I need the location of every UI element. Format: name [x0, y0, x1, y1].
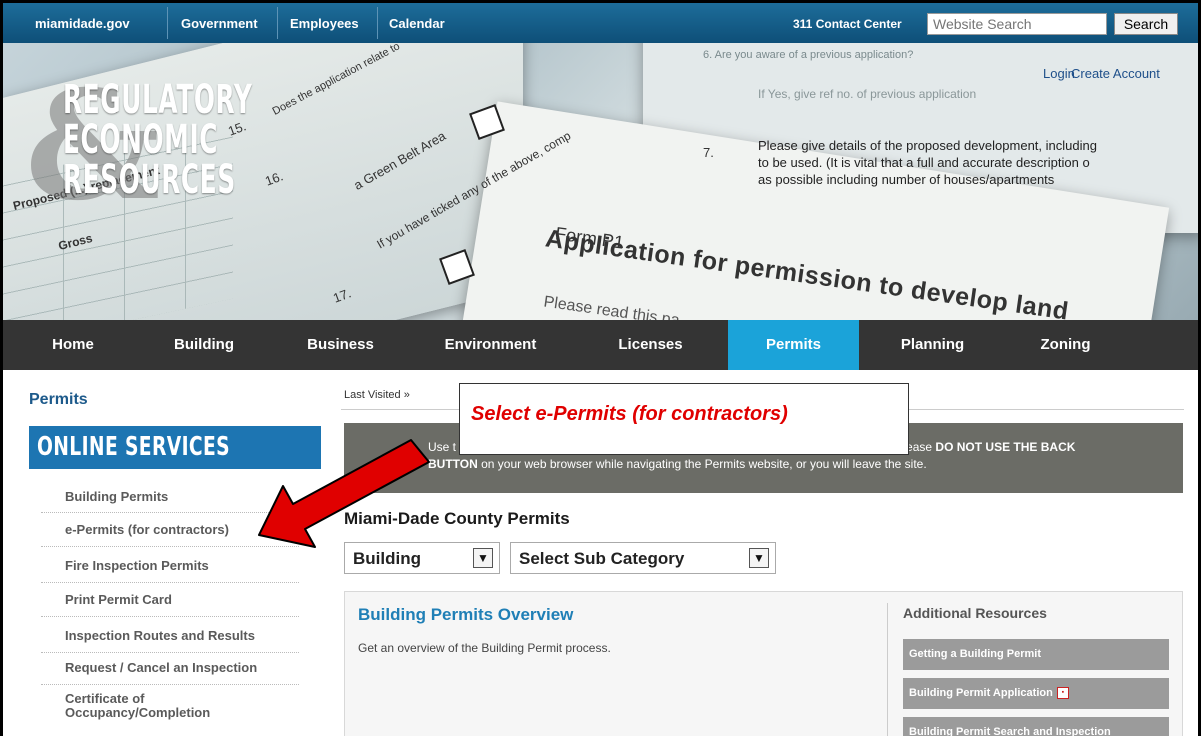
search-button[interactable]: Search: [1114, 13, 1178, 35]
banner-if-yes: If Yes, give ref no. of previous applica…: [758, 87, 977, 101]
logo-line: RESOURCES: [63, 157, 236, 203]
banner-details-line: as possible including number of houses/a…: [758, 172, 1055, 187]
last-visited: Last Visited »: [344, 389, 410, 401]
nav-zoning[interactable]: Zoning: [1008, 320, 1123, 370]
notice-warning: DO NOT USE THE BACK: [935, 440, 1076, 454]
sidebar-divider: [41, 582, 299, 583]
sidebar-item-e-permits[interactable]: e-Permits (for contractors): [65, 522, 229, 537]
banner-q7: 7.: [703, 145, 714, 160]
sidebar-item-print-permit-card[interactable]: Print Permit Card: [65, 592, 172, 607]
banner-details-line: Please give details of the proposed deve…: [758, 138, 1097, 153]
chevron-down-icon[interactable]: ▼: [473, 548, 493, 568]
sidebar-item-inspection-routes[interactable]: Inspection Routes and Results: [65, 628, 255, 643]
topbar-link-government[interactable]: Government: [181, 16, 258, 31]
notice-line-2: BUTTON on your web browser while navigat…: [428, 456, 1165, 473]
sidebar-item-certificate[interactable]: Certificate of Occupancy/Completion: [65, 692, 265, 720]
nav-licenses[interactable]: Licenses: [593, 320, 708, 370]
resource-label: Getting a Building Permit: [909, 648, 1042, 660]
resource-permit-search[interactable]: Building Permit Search and Inspection: [903, 717, 1169, 736]
topbar-link-miamidade[interactable]: miamidade.gov: [35, 16, 130, 31]
annotation-arrow-icon: [258, 439, 430, 548]
nav-permits[interactable]: Permits: [728, 320, 859, 370]
sidebar-divider: [41, 684, 299, 685]
annotation-text: Select e-Permits (for contractors): [471, 403, 788, 425]
chevron-down-icon[interactable]: ▼: [749, 548, 769, 568]
sidebar-item-request-inspection[interactable]: Request / Cancel an Inspection: [65, 660, 257, 675]
resource-label: Building Permit Search and Inspection: [909, 726, 1111, 736]
nav-planning[interactable]: Planning: [875, 320, 990, 370]
sidebar-divider: [41, 616, 299, 617]
header-banner: 6. Are you aware of a previous applicati…: [3, 3, 1198, 320]
banner-details: Please give details of the proposed deve…: [758, 137, 1097, 188]
contact-center-link[interactable]: 311 Contact Center: [793, 17, 902, 31]
topbar-divider: [377, 7, 378, 39]
rer-logo[interactable]: & REGULATORY ECONOMIC RESOURCES: [25, 61, 252, 221]
sidebar-title[interactable]: Permits: [29, 391, 88, 409]
nav-home[interactable]: Home: [23, 320, 123, 370]
overview-description: Get an overview of the Building Permit p…: [358, 641, 611, 655]
sidebar-item-fire-inspection[interactable]: Fire Inspection Permits: [65, 558, 209, 573]
notice-text-end: on your web browser while navigating the…: [481, 457, 927, 471]
subcategory-select[interactable]: Select Sub Category ▼: [510, 542, 776, 574]
topbar-link-calendar[interactable]: Calendar: [389, 16, 445, 31]
nav-building[interactable]: Building: [149, 320, 259, 370]
online-services-label: ONLINE SERVICES: [37, 432, 230, 462]
page-frame: 6. Are you aware of a previous applicati…: [0, 0, 1201, 736]
create-account-link[interactable]: Create Account: [1071, 66, 1160, 81]
logo-line: REGULATORY: [63, 77, 253, 123]
utility-bar: miamidade.gov Government Employees Calen…: [3, 3, 1198, 43]
arrow-shape: [258, 439, 430, 548]
sidebar-item-building-permits[interactable]: Building Permits: [65, 489, 168, 504]
banner-details-line: to be used. (It is vital that a full and…: [758, 155, 1090, 170]
search-input[interactable]: [927, 13, 1107, 35]
nav-business[interactable]: Business: [283, 320, 398, 370]
topbar-divider: [167, 7, 168, 39]
resource-permit-application[interactable]: Building Permit Application ▪: [903, 678, 1169, 709]
topbar-link-employees[interactable]: Employees: [290, 16, 359, 31]
main-nav: Home Building Business Environment Licen…: [3, 320, 1198, 370]
pdf-icon: ▪: [1056, 687, 1069, 700]
logo-line: ECONOMIC: [63, 117, 219, 163]
resource-getting-permit[interactable]: Getting a Building Permit: [903, 639, 1169, 670]
topbar-divider: [277, 7, 278, 39]
panel-divider: [887, 603, 888, 736]
banner-q6: 6. Are you aware of a previous applicati…: [703, 49, 914, 61]
overview-title[interactable]: Building Permits Overview: [358, 605, 573, 625]
resources-title: Additional Resources: [903, 605, 1047, 621]
nav-environment[interactable]: Environment: [423, 320, 558, 370]
sidebar-divider: [41, 652, 299, 653]
subcategory-select-value: Select Sub Category: [519, 549, 685, 568]
resource-label: Building Permit Application: [909, 687, 1053, 699]
